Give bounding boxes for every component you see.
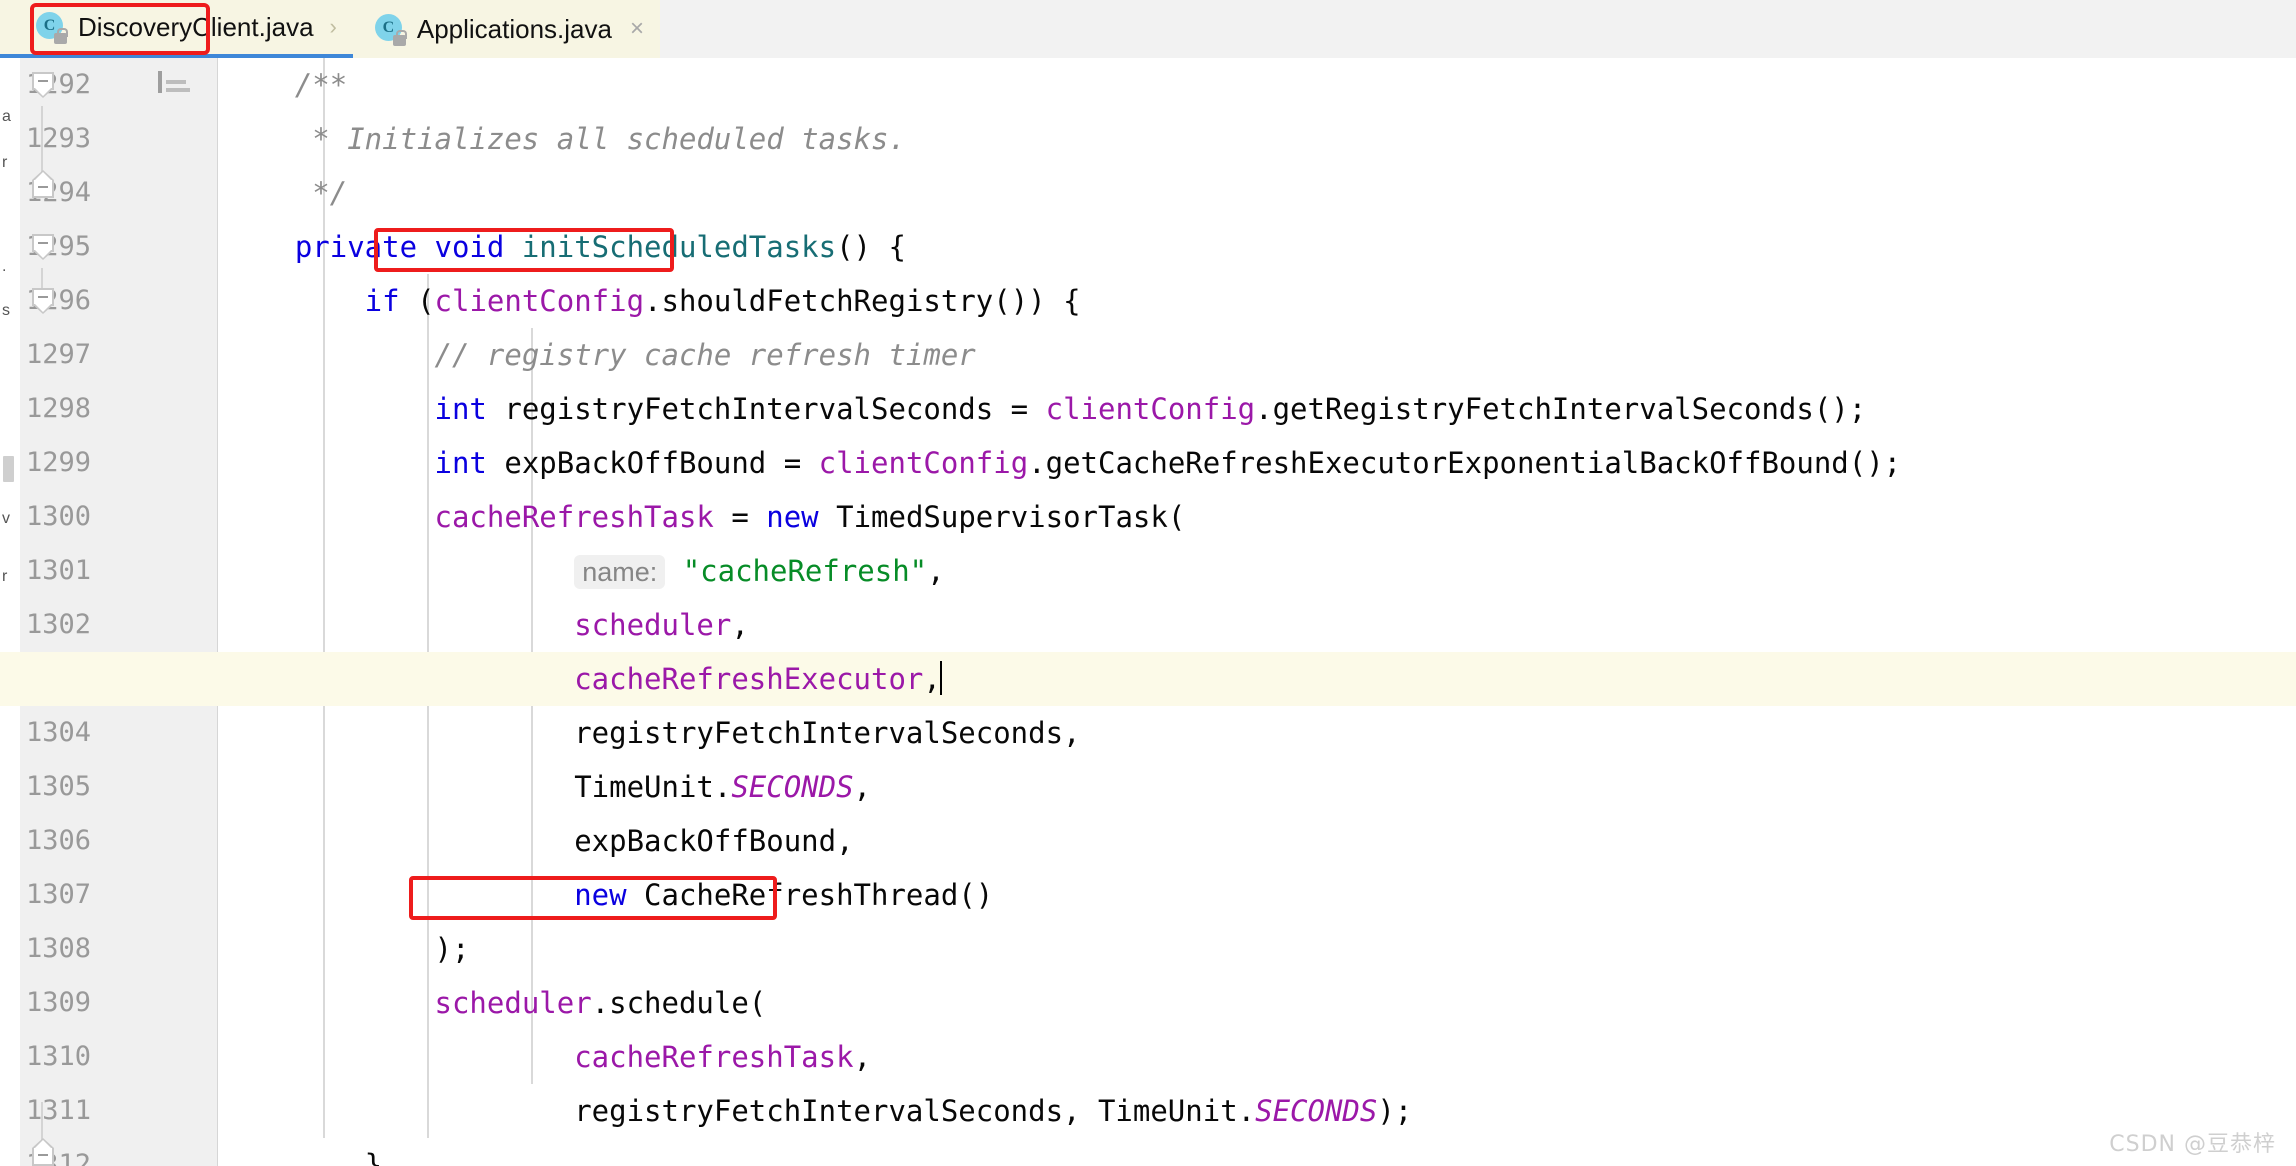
line-number: 1297	[25, 339, 91, 370]
code-content[interactable]: /** * Initializes all scheduled tasks. *…	[219, 58, 2296, 1166]
code-line-1301[interactable]: name: "cacheRefresh",	[219, 544, 2296, 598]
code-fold-marker[interactable]	[32, 1138, 54, 1166]
java-class-icon: C	[374, 14, 407, 46]
code-line-1310[interactable]: cacheRefreshTask,	[219, 1030, 2296, 1084]
code-editor[interactable]: a r . s v r 1292 1293 1294 1295 1296 129…	[0, 58, 2296, 1166]
tab-applications-java[interactable]: C Applications.java ×	[352, 0, 660, 58]
code-fold-marker[interactable]	[32, 72, 54, 98]
code-line-1297[interactable]: // registry cache refresh timer	[219, 328, 2296, 382]
chevron-right-icon[interactable]: ›	[330, 16, 337, 38]
show-line-structure-icon[interactable]	[158, 70, 192, 96]
code-line-1298[interactable]: int registryFetchIntervalSeconds = clien…	[219, 382, 2296, 436]
parameter-inlay-hint: name:	[574, 555, 666, 589]
java-class-icon: C	[36, 12, 68, 44]
code-line-1302[interactable]: scheduler,	[219, 598, 2296, 652]
editor-gutter[interactable]: 1292 1293 1294 1295 1296 1297 1298 1299 …	[20, 58, 218, 1166]
line-number: 1306	[25, 825, 91, 856]
code-line-1293[interactable]: * Initializes all scheduled tasks.	[219, 112, 2296, 166]
csdn-watermark: CSDN @豆恭梓	[2109, 1132, 2276, 1157]
tab-discoveryclient-java[interactable]: C DiscoveryClient.java ›	[14, 0, 353, 58]
line-number: 1301	[25, 555, 91, 586]
line-number: 1299	[25, 447, 91, 478]
close-icon[interactable]: ×	[630, 17, 644, 41]
line-number: 1308	[25, 933, 91, 964]
code-line-1294[interactable]: */	[219, 166, 2296, 220]
line-number: 1310	[25, 1041, 91, 1072]
code-fold-marker[interactable]	[32, 288, 54, 314]
code-line-1312[interactable]: }	[219, 1138, 2296, 1166]
line-number: 1302	[25, 609, 91, 640]
code-fold-marker[interactable]	[32, 234, 54, 260]
tab-strip-left-edge	[0, 0, 14, 58]
text-caret	[939, 661, 942, 695]
line-number: 1309	[25, 987, 91, 1018]
code-line-1299[interactable]: int expBackOffBound = clientConfig.getCa…	[219, 436, 2296, 490]
editor-tab-bar: C DiscoveryClient.java › C Applications.…	[0, 0, 2296, 58]
line-number: 1293	[25, 123, 91, 154]
code-fold-line	[41, 106, 43, 172]
tab-label: DiscoveryClient.java	[78, 11, 314, 42]
code-line-1295[interactable]: private void initScheduledTasks() {	[219, 220, 2296, 274]
code-line-1307[interactable]: new CacheRefreshThread()	[219, 868, 2296, 922]
code-line-1292[interactable]: /**	[219, 58, 2296, 112]
code-line-1306[interactable]: expBackOffBound,	[219, 814, 2296, 868]
code-line-1308[interactable]: );	[219, 922, 2296, 976]
code-line-1296[interactable]: if (clientConfig.shouldFetchRegistry()) …	[219, 274, 2296, 328]
line-number: 1305	[25, 771, 91, 802]
code-line-1300[interactable]: cacheRefreshTask = new TimedSupervisorTa…	[219, 490, 2296, 544]
line-number: 1307	[25, 879, 91, 910]
code-line-1303[interactable]: cacheRefreshExecutor,	[219, 652, 2296, 706]
code-line-1309[interactable]: scheduler.schedule(	[219, 976, 2296, 1030]
code-line-1311[interactable]: registryFetchIntervalSeconds, TimeUnit.S…	[219, 1084, 2296, 1138]
line-number: 1300	[25, 501, 91, 532]
code-line-1304[interactable]: registryFetchIntervalSeconds,	[219, 706, 2296, 760]
line-number: 1311	[25, 1095, 91, 1126]
tab-bar-empty-area	[660, 0, 2296, 58]
tab-label: Applications.java	[416, 13, 612, 44]
line-number: 1304	[25, 717, 91, 748]
code-fold-marker[interactable]	[32, 170, 54, 206]
line-number: 1298	[25, 393, 91, 424]
code-line-1305[interactable]: TimeUnit.SECONDS,	[219, 760, 2296, 814]
